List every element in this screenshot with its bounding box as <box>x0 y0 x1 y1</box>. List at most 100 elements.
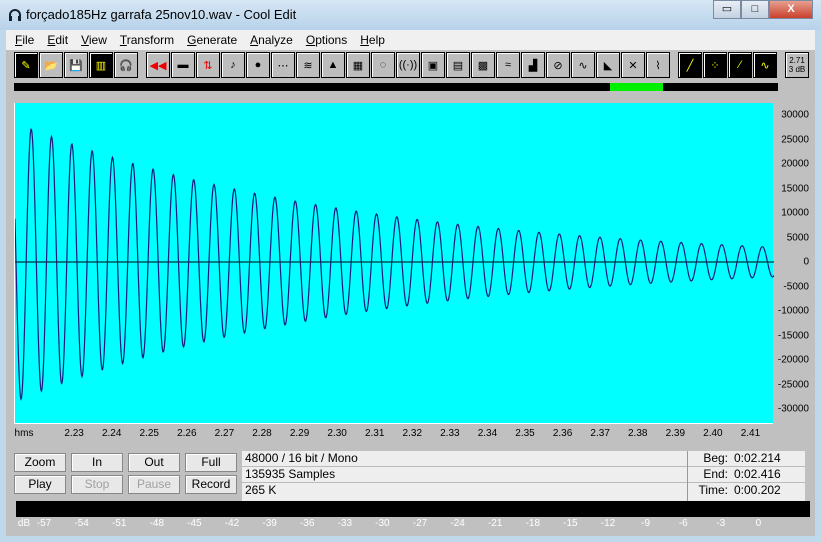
x-tick-label: 2.33 <box>440 428 460 439</box>
envelope-icon[interactable]: ▲ <box>321 52 345 78</box>
db-tick-label: -12 <box>600 518 616 529</box>
level-top: 2.71 <box>789 56 805 65</box>
length-time[interactable]: 0:00.202 <box>734 483 781 499</box>
time-ruler[interactable]: hms 2.23 2.24 2.25 2.26 2.27 2.28 2.29 2.30 2.31… <box>14 423 773 441</box>
clip-restore-icon[interactable]: ∿ <box>571 52 595 78</box>
db-tick-label: -48 <box>149 518 165 529</box>
fft-filter-icon[interactable]: ▤ <box>446 52 470 78</box>
x-tick-label: 2.27 <box>214 428 235 439</box>
zoom-out-button[interactable]: Out <box>128 453 180 472</box>
menu-file[interactable]: File <box>14 30 40 50</box>
y-tick-label: 20000 <box>781 158 809 170</box>
length-label: Time: <box>698 483 728 497</box>
minimize-button[interactable]: ▭ <box>713 0 741 19</box>
x-tick-label: 2.34 <box>477 428 498 439</box>
generate-tones-icon[interactable]: ∿ <box>753 52 777 78</box>
new-icon[interactable]: ✎ <box>14 52 38 78</box>
filter-icon[interactable]: ▣ <box>421 52 445 78</box>
zoom-in-button[interactable]: In <box>71 453 123 472</box>
invert-icon[interactable]: ⇅ <box>196 52 220 78</box>
generate-dtmf-icon[interactable]: ⁄ <box>728 52 752 78</box>
open-icon[interactable]: 📂 <box>39 52 63 78</box>
db-tick-label: -24 <box>450 518 465 529</box>
menu-edit[interactable]: Edit <box>46 30 74 50</box>
begin-label: Beg: <box>703 451 728 465</box>
db-tick-label: -3 <box>716 518 726 529</box>
x-tick-label: 2.29 <box>289 428 310 439</box>
stereo-field-icon[interactable]: ⌇ <box>646 52 670 78</box>
close-button[interactable]: X <box>769 0 813 19</box>
pitch-icon[interactable]: ♪ <box>221 52 245 78</box>
wave-icon[interactable]: ◣ <box>596 52 620 78</box>
menu-transform[interactable]: Transform <box>119 30 180 50</box>
db-tick-label: -18 <box>525 518 541 529</box>
save-selection-icon[interactable]: ▥ <box>89 52 113 78</box>
end-label: End: <box>703 467 728 481</box>
headphones-icon[interactable]: 🎧 <box>114 52 138 78</box>
y-tick-label: -15000 <box>777 330 809 341</box>
reverb-icon[interactable]: ((·)) <box>396 52 420 78</box>
db-tick-label: -36 <box>299 518 315 529</box>
stop-button[interactable]: Stop <box>71 475 123 494</box>
samples-info: 135935 Samples <box>242 467 687 483</box>
app-frame: File Edit View Transform Generate Analyz… <box>6 30 815 536</box>
y-tick-label: -10000 <box>777 305 809 317</box>
reverse-icon[interactable]: ◀◀ <box>146 52 170 78</box>
zoom-button[interactable]: Zoom <box>14 453 66 472</box>
noise-gen-icon[interactable]: ✕ <box>621 52 645 78</box>
menu-help[interactable]: Help <box>359 30 391 50</box>
flanger-icon[interactable]: ◌ <box>371 52 395 78</box>
level-meter <box>16 501 810 517</box>
x-tick-label: 2.28 <box>252 428 272 439</box>
window-title: forçado185Hz garrafa 25nov10.wav - Cool … <box>26 7 297 22</box>
menu-options[interactable]: Options <box>305 30 353 50</box>
record-button[interactable]: Record <box>185 475 237 494</box>
level-readout-button[interactable]: 2.71 3 dB <box>785 52 809 78</box>
y-tick-label: 15000 <box>781 183 809 194</box>
maximize-button[interactable]: □ <box>741 0 769 19</box>
db-tick-label: -6 <box>678 518 688 529</box>
db-tick-label: -33 <box>337 518 353 529</box>
db-tick-label: dB <box>17 518 31 529</box>
menu-generate[interactable]: Generate <box>186 30 243 50</box>
noise-reduction-icon[interactable]: ▦ <box>346 52 370 78</box>
zoom-full-button[interactable]: Full <box>185 453 237 472</box>
db-scale: dB -57 -54 -51 -48 -45 -42 -39 -36 -33 -30 -27 -24 -2… <box>16 517 810 532</box>
x-tick-label: 2.32 <box>402 428 423 439</box>
generate-noise-icon[interactable]: ⁘ <box>703 52 727 78</box>
x-tick-label: 2.40 <box>703 428 723 439</box>
dynamics-icon[interactable]: ▟ <box>521 52 545 78</box>
y-tick-label: 25000 <box>781 134 809 145</box>
x-tick-label: 2.30 <box>327 428 347 439</box>
stretch-icon[interactable]: ⊘ <box>546 52 570 78</box>
overview-bar[interactable] <box>14 83 778 91</box>
y-tick-label: -20000 <box>777 354 809 366</box>
time-unit-label: hms <box>14 428 34 439</box>
echo-icon[interactable]: ≋ <box>296 52 320 78</box>
silence-icon[interactable]: ▬ <box>171 52 195 78</box>
delay-icon[interactable]: ⋯ <box>271 52 295 78</box>
save-icon[interactable]: 💾 <box>64 52 88 78</box>
db-tick-label: -39 <box>262 518 277 529</box>
amplify-icon[interactable]: ● <box>246 52 270 78</box>
db-tick-label: 0 <box>755 518 762 529</box>
title-bar: forçado185Hz garrafa 25nov10.wav - Cool … <box>0 0 821 30</box>
amplitude-axis: 30000 25000 20000 15000 10000 5000 0 -5000 -1000… <box>773 103 813 423</box>
menu-analyze[interactable]: Analyze <box>249 30 299 50</box>
overview-visible-range[interactable] <box>609 83 664 91</box>
pause-button[interactable]: Pause <box>128 475 180 494</box>
x-tick-label: 2.37 <box>590 428 610 439</box>
x-tick-label: 2.35 <box>515 428 535 439</box>
quick-filter-icon[interactable]: ▩ <box>471 52 495 78</box>
end-time[interactable]: 0:02.416 <box>734 467 781 482</box>
tone-gen-icon[interactable]: ╱ <box>678 52 702 78</box>
level-bottom: 3 dB <box>788 65 806 74</box>
menu-view[interactable]: View <box>80 30 113 50</box>
begin-time[interactable]: 0:02.214 <box>734 451 781 466</box>
distortion-icon[interactable]: ≈ <box>496 52 520 78</box>
db-tick-label: -30 <box>375 518 390 529</box>
x-tick-label: 2.38 <box>627 428 648 439</box>
waveform-display[interactable] <box>14 103 775 423</box>
toolbar: ✎ 📂 💾 ▥ 🎧 ◀◀ ▬ ⇅ ♪ ● ⋯ ≋ ▲ ▦ ◌ ((·)) ▣ ▤ ▩ ≈ ▟ ⊘ ∿ ◣ ✕ ⌇ ╱ ⁘ ⁄ ∿ 2.71 3… <box>14 52 810 80</box>
play-button[interactable]: Play <box>14 475 66 494</box>
